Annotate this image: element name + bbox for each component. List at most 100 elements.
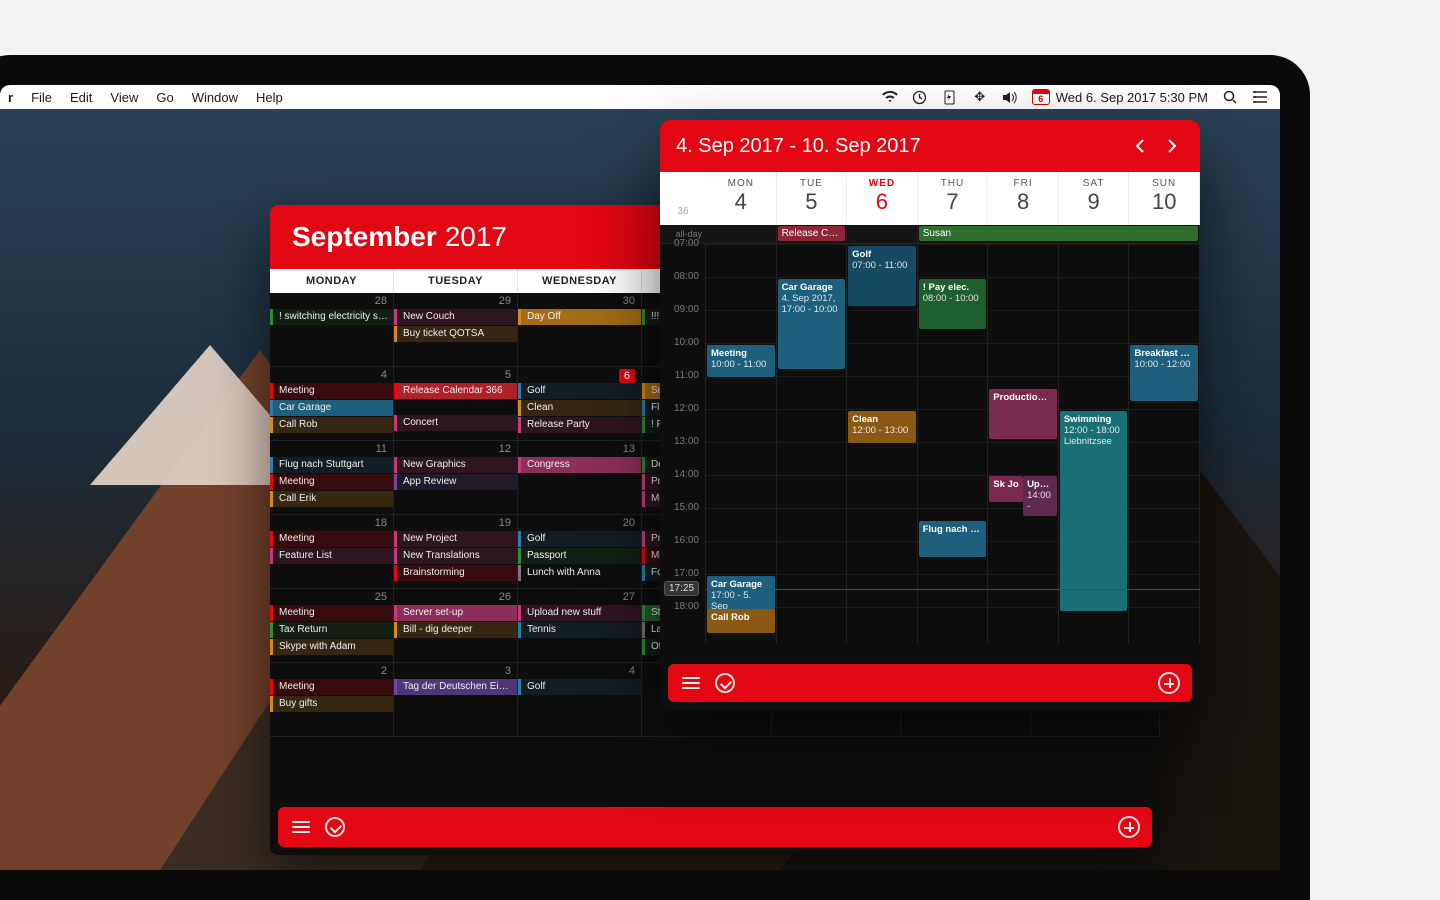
sync-icon[interactable]: ✥ <box>972 89 988 105</box>
week-day-column[interactable]: Swimming12:00 - 18:00 Liebnitzsee <box>1059 244 1130 644</box>
month-event[interactable]: Buy ticket QOTSA <box>394 326 517 342</box>
month-event[interactable]: Golf <box>518 679 641 695</box>
allday-event[interactable]: Release C… <box>778 226 846 241</box>
add-event-button[interactable] <box>1118 816 1140 838</box>
spotlight-icon[interactable] <box>1222 89 1238 105</box>
month-event[interactable]: Feature List <box>270 548 393 564</box>
week-event[interactable]: Swimming12:00 - 18:00 Liebnitzsee <box>1060 411 1128 611</box>
month-day-cell[interactable]: 5Release Calendar 366Concert <box>394 367 518 441</box>
month-event[interactable]: Clean <box>518 400 641 416</box>
month-event[interactable]: Lunch with Anna <box>518 565 641 581</box>
menu-help[interactable]: Help <box>256 90 283 105</box>
month-event[interactable]: Day Off <box>518 309 641 325</box>
month-event[interactable]: Meeting <box>270 605 393 621</box>
month-event[interactable]: New Project <box>394 531 517 547</box>
volume-icon[interactable] <box>1002 89 1018 105</box>
month-event[interactable]: Car Garage <box>270 400 393 416</box>
week-day-header-cell[interactable]: SAT9 <box>1059 172 1130 225</box>
month-event[interactable]: Release Party <box>518 417 641 433</box>
month-event[interactable]: Call Rob <box>270 417 393 433</box>
notification-center-icon[interactable] <box>1252 89 1268 105</box>
allday-cell[interactable] <box>706 225 777 243</box>
week-day-column[interactable]: Golf07:00 - 11:00Clean12:00 - 13:00 <box>847 244 918 644</box>
time-machine-icon[interactable] <box>912 89 928 105</box>
month-day-cell[interactable]: 30Day Off <box>518 293 642 367</box>
menu-go[interactable]: Go <box>156 90 173 105</box>
week-day-column[interactable]: Meeting10:00 - 11:00Car Garage17:00 - 5.… <box>706 244 777 644</box>
month-event[interactable]: Flug nach Stuttgart <box>270 457 393 473</box>
menu-view[interactable]: View <box>110 90 138 105</box>
month-event[interactable]: Tennis <box>518 622 641 638</box>
month-event[interactable]: Meeting <box>270 474 393 490</box>
month-event[interactable]: New Couch <box>394 309 517 325</box>
month-event[interactable]: Congress <box>518 457 641 473</box>
week-event[interactable]: Update14:00 - <box>1023 476 1057 516</box>
allday-cell[interactable]: Susan <box>918 225 1200 243</box>
month-event[interactable]: Meeting <box>270 383 393 399</box>
next-week-button[interactable] <box>1160 134 1184 158</box>
month-event[interactable]: Concert <box>394 415 517 431</box>
month-day-cell[interactable]: 4Golf <box>518 663 642 737</box>
week-event[interactable]: Meeting10:00 - 11:00 <box>707 345 775 377</box>
week-day-column[interactable]: Car Garage4. Sep 2017, 17:00 - 10:00 <box>777 244 848 644</box>
month-event[interactable]: Tag der Deutschen Einh… <box>394 679 517 695</box>
week-event[interactable]: Call Rob <box>707 609 775 633</box>
wifi-icon[interactable] <box>882 89 898 105</box>
month-event[interactable]: Golf <box>518 383 641 399</box>
week-day-header-cell[interactable]: TUE5 <box>777 172 848 225</box>
month-day-cell[interactable]: 28! switching electricity su… <box>270 293 394 367</box>
week-body[interactable]: 07:0008:0009:0010:0011:0012:0013:0014:00… <box>660 244 1200 644</box>
menu-icon[interactable] <box>680 672 702 694</box>
month-event[interactable]: Skype with Adam <box>270 639 393 655</box>
month-event[interactable]: Passport <box>518 548 641 564</box>
month-day-cell[interactable]: 27Upload new stuffTennis <box>518 589 642 663</box>
week-event[interactable]: Golf07:00 - 11:00 <box>848 246 916 306</box>
week-day-column[interactable]: Production Service Sk JoUpdate14:00 - <box>988 244 1059 644</box>
month-event[interactable]: Server set-up <box>394 605 517 621</box>
month-day-cell[interactable]: 4MeetingCar GarageCall Rob <box>270 367 394 441</box>
month-event[interactable]: Bill - dig deeper <box>394 622 517 638</box>
month-day-cell[interactable]: 25MeetingTax ReturnSkype with Adam <box>270 589 394 663</box>
week-day-column[interactable]: ! Pay elec.08:00 - 10:00 Flug nach Tegel <box>918 244 989 644</box>
week-event[interactable]: Breakfast with Tom10:00 - 12:00 <box>1130 345 1198 401</box>
month-event[interactable]: Release Calendar 366 <box>394 383 517 399</box>
add-event-button[interactable] <box>1158 672 1180 694</box>
month-day-cell[interactable]: 26Server set-upBill - dig deeper <box>394 589 518 663</box>
month-event[interactable]: Buy gifts <box>270 696 393 712</box>
week-day-header-cell[interactable]: FRI8 <box>988 172 1059 225</box>
month-event[interactable]: New Graphics <box>394 457 517 473</box>
month-event[interactable]: Golf <box>518 531 641 547</box>
tasks-icon[interactable] <box>324 816 346 838</box>
week-event[interactable]: Sk Jo <box>989 476 1023 502</box>
month-event[interactable]: App Review <box>394 474 517 490</box>
month-day-cell[interactable]: 20GolfPassportLunch with Anna <box>518 515 642 589</box>
allday-cell[interactable] <box>847 225 918 243</box>
month-event[interactable]: Meeting <box>270 531 393 547</box>
tasks-icon[interactable] <box>714 672 736 694</box>
month-day-cell[interactable]: 12New GraphicsApp Review <box>394 441 518 515</box>
week-day-header-cell[interactable]: THU7 <box>918 172 989 225</box>
month-event[interactable]: Meeting <box>270 679 393 695</box>
week-day-header-cell[interactable]: WED6 <box>847 172 918 225</box>
allday-cell[interactable]: Release C… <box>777 225 848 243</box>
month-event[interactable]: Brainstorming <box>394 565 517 581</box>
week-event[interactable]: Flug nach Tegel <box>919 521 987 557</box>
month-day-cell[interactable]: 6GolfCleanRelease Party <box>518 367 642 441</box>
month-day-cell[interactable]: 13Congress <box>518 441 642 515</box>
month-event[interactable]: Upload new stuff <box>518 605 641 621</box>
week-event[interactable]: Production Service <box>989 389 1057 439</box>
month-event[interactable]: Call Erik <box>270 491 393 507</box>
month-day-cell[interactable]: 11Flug nach StuttgartMeetingCall Erik <box>270 441 394 515</box>
month-event[interactable]: New Translations <box>394 548 517 564</box>
month-day-cell[interactable]: 2MeetingBuy gifts <box>270 663 394 737</box>
menu-file[interactable]: File <box>31 90 52 105</box>
menu-window[interactable]: Window <box>192 90 238 105</box>
week-day-header-cell[interactable]: SUN10 <box>1129 172 1200 225</box>
week-event[interactable]: ! Pay elec.08:00 - 10:00 <box>919 279 987 329</box>
month-event[interactable]: Tax Return <box>270 622 393 638</box>
week-day-column[interactable]: Breakfast with Tom10:00 - 12:00 <box>1129 244 1200 644</box>
menu-icon[interactable] <box>290 816 312 838</box>
menu-edit[interactable]: Edit <box>70 90 92 105</box>
prev-week-button[interactable] <box>1128 134 1152 158</box>
month-day-cell[interactable]: 3Tag der Deutschen Einh… <box>394 663 518 737</box>
